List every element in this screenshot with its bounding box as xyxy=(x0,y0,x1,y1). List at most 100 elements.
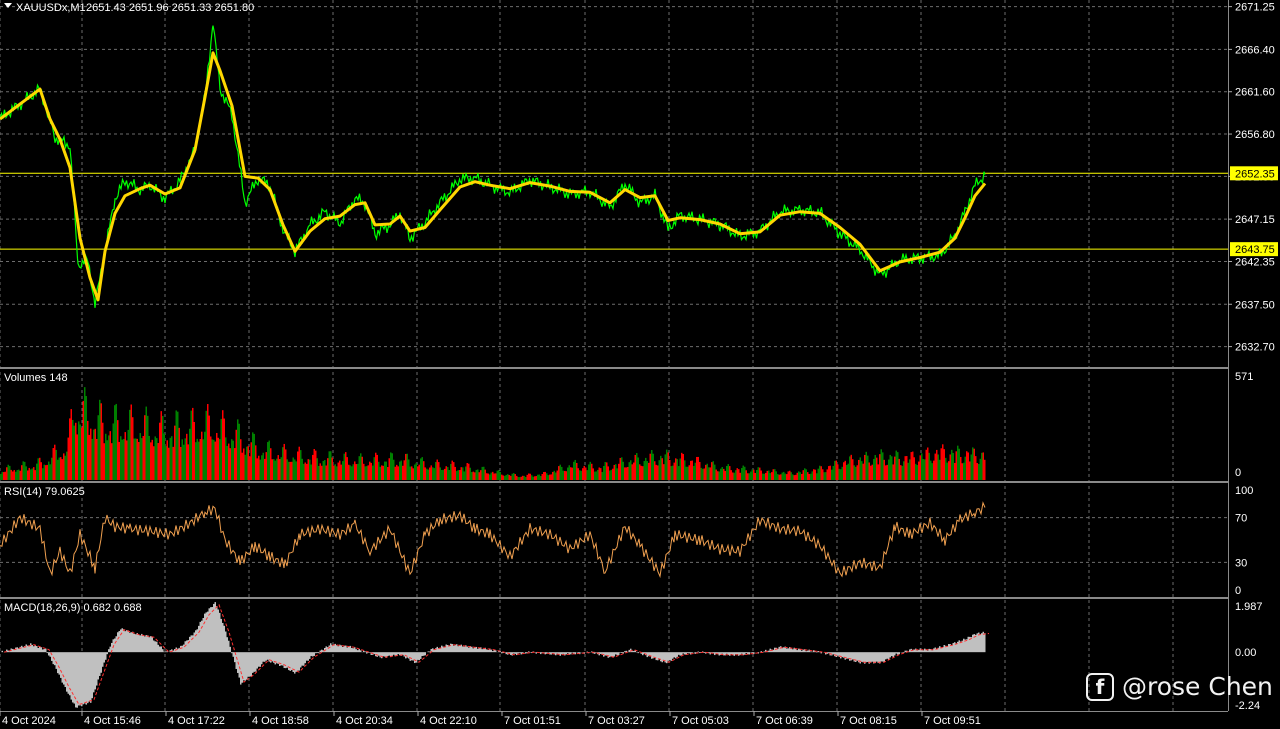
volume-bar xyxy=(261,455,263,480)
volume-bar xyxy=(297,451,299,480)
volume-bar xyxy=(22,461,24,480)
volume-bar xyxy=(175,410,177,480)
macd-bar xyxy=(306,652,308,661)
volume-bar xyxy=(883,459,885,480)
macd-bar xyxy=(844,652,846,660)
volume-bar xyxy=(390,452,392,480)
volume-bar xyxy=(364,466,366,480)
volume-bar xyxy=(664,454,666,480)
volume-bar xyxy=(7,464,9,480)
volume-bar xyxy=(750,471,752,480)
macd-bar xyxy=(256,652,258,669)
macd-bar xyxy=(946,646,948,653)
volume-bar xyxy=(816,473,818,480)
macd-tick-label: -2.24 xyxy=(1235,700,1260,712)
volume-bar xyxy=(913,457,915,480)
macd-bar xyxy=(735,652,737,655)
volume-bar xyxy=(897,452,899,480)
macd-bar xyxy=(88,652,90,702)
volume-bar xyxy=(414,464,416,480)
macd-bar xyxy=(567,652,569,654)
volume-bar xyxy=(81,427,83,480)
volume-bar xyxy=(277,455,279,480)
macd-bar xyxy=(721,652,723,654)
macd-bar xyxy=(183,644,185,653)
volume-bar xyxy=(703,468,705,480)
volume-bar xyxy=(601,471,603,480)
macd-bar xyxy=(738,652,740,656)
volume-bar xyxy=(675,458,677,480)
volume-bar xyxy=(138,442,140,480)
volume-bar xyxy=(786,474,788,480)
volume-bar xyxy=(439,467,441,480)
macd-bar xyxy=(817,651,819,653)
volume-bar xyxy=(76,434,78,480)
macd-bar xyxy=(847,652,849,659)
volume-bar xyxy=(892,464,894,480)
macd-bar xyxy=(904,650,906,653)
macd-bar xyxy=(870,652,872,663)
volume-bar xyxy=(118,441,120,480)
volume-bar xyxy=(673,462,675,480)
macd-bar xyxy=(345,645,347,653)
macd-bar xyxy=(667,652,669,661)
volume-bar xyxy=(435,462,437,480)
volume-bar xyxy=(537,474,539,480)
macd-bar xyxy=(340,645,342,653)
macd-bar xyxy=(337,646,339,653)
volume-bar xyxy=(31,468,33,480)
volume-bar xyxy=(573,461,575,480)
macd-bar xyxy=(84,652,86,704)
price-tick-label: 2666.40 xyxy=(1235,44,1275,56)
volume-bar xyxy=(234,448,236,480)
volume-bar xyxy=(108,435,110,480)
macd-bar xyxy=(94,652,96,690)
macd-bar xyxy=(780,646,782,653)
macd-bar xyxy=(346,647,348,653)
macd-bar xyxy=(909,649,911,653)
macd-bar xyxy=(286,652,288,668)
macd-bar xyxy=(277,652,279,664)
volume-bar xyxy=(115,403,117,480)
macd-bar xyxy=(915,648,917,653)
volume-bar xyxy=(333,465,335,480)
volume-bar xyxy=(1,471,3,480)
macd-bar xyxy=(885,652,887,660)
macd-bar xyxy=(514,652,516,654)
volume-bar xyxy=(949,454,951,480)
volume-bar xyxy=(69,418,71,480)
volume-bar xyxy=(367,465,369,480)
volume-bar xyxy=(517,477,519,480)
volume-bar xyxy=(171,436,173,480)
volume-bar xyxy=(421,457,423,480)
volume-bar xyxy=(376,454,378,480)
macd-bar xyxy=(877,652,879,664)
volume-bar xyxy=(904,456,906,480)
macd-bar xyxy=(517,652,519,654)
macd-bar xyxy=(810,651,812,653)
volume-bar xyxy=(433,468,435,480)
volume-bar xyxy=(411,466,413,480)
volume-bar xyxy=(861,461,863,480)
volume-bar xyxy=(339,460,341,480)
macd-bar xyxy=(574,652,576,655)
volume-bar xyxy=(42,468,44,480)
volume-bar xyxy=(208,415,210,480)
volume-bar xyxy=(316,458,318,480)
macd-bar xyxy=(42,649,44,653)
macd-bar xyxy=(979,634,981,653)
macd-bar xyxy=(813,650,815,653)
volume-bar xyxy=(984,459,986,480)
volume-bar xyxy=(123,438,125,480)
volume-bar xyxy=(787,471,789,480)
macd-bar xyxy=(939,646,941,653)
volume-bar xyxy=(484,469,486,480)
volume-bar xyxy=(516,475,518,480)
volume-bar xyxy=(298,446,300,480)
volume-bar xyxy=(708,467,710,480)
macd-bar xyxy=(681,652,683,656)
macd-bar xyxy=(981,633,983,653)
volume-bar xyxy=(348,464,350,480)
volume-bar xyxy=(934,453,936,480)
volume-bar xyxy=(678,466,680,480)
